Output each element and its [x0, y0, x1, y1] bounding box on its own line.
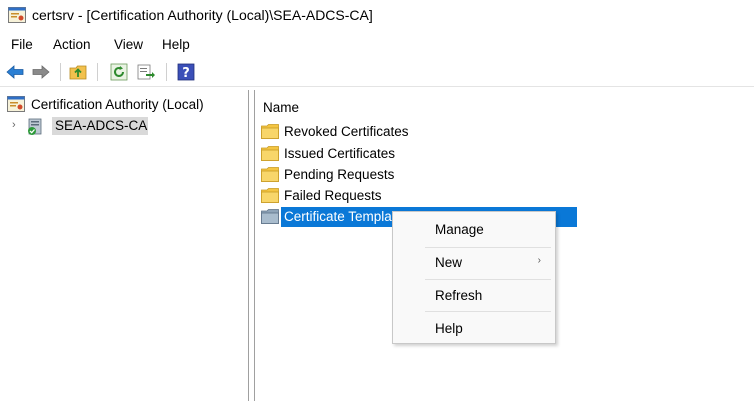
title-bar: certsrv - [Certification Authority (Loca… [0, 0, 754, 30]
list-item-label: Certificate Templa [284, 209, 392, 224]
toolbar: ? [0, 58, 754, 87]
list-item-pending-requests[interactable]: Pending Requests [261, 165, 581, 185]
folder-icon [261, 124, 279, 139]
menu-bar: File Action View Help [0, 36, 754, 56]
svg-text:?: ? [182, 66, 190, 81]
context-menu-item-label: New [435, 255, 463, 270]
menu-view[interactable]: View [114, 37, 143, 52]
submenu-arrow-icon: › [537, 255, 541, 266]
list-item-issued-certificates[interactable]: Issued Certificates [261, 144, 581, 164]
folder-icon [261, 146, 279, 161]
column-header-name[interactable]: Name [263, 100, 299, 115]
list-item-label: Pending Requests [284, 167, 395, 182]
menu-action[interactable]: Action [53, 37, 91, 52]
toolbar-separator [97, 63, 98, 81]
certsrv-app-icon [8, 7, 26, 23]
expand-chevron-icon[interactable]: › [12, 119, 16, 131]
ca-server-icon [28, 118, 42, 135]
up-folder-icon[interactable] [68, 62, 88, 82]
list-item-failed-requests[interactable]: Failed Requests [261, 186, 581, 206]
list-item-revoked-certificates[interactable]: Revoked Certificates [261, 122, 581, 142]
context-menu-help[interactable]: Help [393, 313, 555, 345]
context-menu-item-label: Help [435, 321, 463, 336]
console-tree: Certification Authority (Local) › SEA-AD… [0, 90, 249, 401]
help-icon[interactable]: ? [176, 62, 196, 82]
toolbar-separator [166, 63, 167, 81]
forward-arrow-icon[interactable] [31, 62, 51, 82]
context-menu-new[interactable]: New › [393, 247, 555, 279]
list-item-label: Revoked Certificates [284, 124, 409, 139]
context-menu-refresh[interactable]: Refresh [393, 280, 555, 312]
context-menu: Manage New › Refresh Help [392, 211, 556, 344]
context-menu-item-label: Manage [435, 222, 484, 237]
menu-file[interactable]: File [11, 37, 33, 52]
export-list-icon[interactable] [136, 62, 156, 82]
folder-icon [261, 188, 279, 203]
certification-authority-icon [7, 96, 25, 112]
menu-help[interactable]: Help [162, 37, 190, 52]
back-arrow-icon[interactable] [5, 62, 25, 82]
toolbar-separator [60, 63, 61, 81]
list-item-label: Issued Certificates [284, 146, 396, 161]
context-menu-manage[interactable]: Manage [393, 214, 555, 246]
context-menu-separator [425, 311, 551, 312]
folder-icon [261, 209, 279, 224]
tree-child-label: SEA-ADCS-CA [55, 118, 148, 133]
list-item-label: Failed Requests [284, 188, 382, 203]
tree-item-sea-adcs-ca[interactable]: › SEA-ADCS-CA [12, 117, 148, 137]
context-menu-item-label: Refresh [435, 288, 483, 303]
window-title: certsrv - [Certification Authority (Loca… [32, 7, 373, 23]
tree-root-label: Certification Authority (Local) [31, 97, 204, 112]
refresh-icon[interactable] [109, 62, 129, 82]
folder-icon [261, 167, 279, 182]
